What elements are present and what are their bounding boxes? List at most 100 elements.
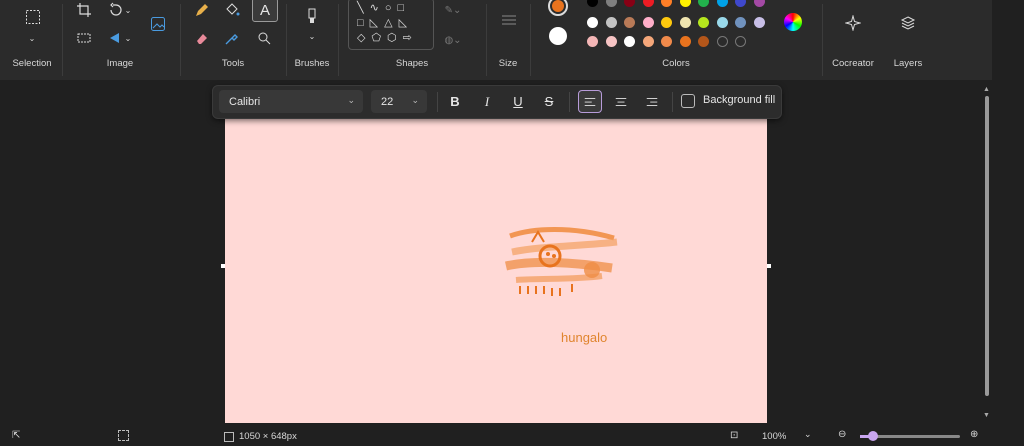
palette-swatch[interactable] xyxy=(753,0,765,7)
divider xyxy=(338,4,339,76)
palette-swatch[interactable] xyxy=(642,36,654,47)
group-label-colors: Colors xyxy=(662,58,690,69)
divider xyxy=(437,92,438,112)
palette-swatch[interactable] xyxy=(735,36,746,47)
pointer-position-icon: ⇱ xyxy=(12,430,21,441)
cocreator-sparkle-icon[interactable] xyxy=(842,12,864,34)
palette-swatch[interactable] xyxy=(735,0,746,7)
zoom-out-icon[interactable]: ⊖ xyxy=(838,429,846,440)
divider xyxy=(180,4,181,76)
palette-swatch[interactable] xyxy=(716,36,728,47)
palette-swatch[interactable] xyxy=(624,0,635,7)
palette-swatch[interactable] xyxy=(735,17,746,28)
scroll-up-icon[interactable]: ▲ xyxy=(983,86,990,93)
align-right-icon xyxy=(646,97,658,106)
align-center-icon xyxy=(615,97,627,106)
shape-fill-icon[interactable]: ◍⌄ xyxy=(440,30,466,50)
text-tool-icon[interactable]: A xyxy=(252,0,278,22)
align-center-button[interactable] xyxy=(609,90,633,113)
palette-swatch[interactable] xyxy=(624,36,635,47)
palette-swatch[interactable] xyxy=(642,17,654,28)
palette-swatch[interactable] xyxy=(698,17,709,28)
chevron-down-icon[interactable]: ⌄ xyxy=(22,28,42,48)
magnifier-icon[interactable] xyxy=(254,28,274,48)
shapes-row-3-icons: ◇⬠⬡⇨ xyxy=(357,32,418,44)
chevron-down-icon: ⌄ xyxy=(347,95,355,105)
resize-handle-right[interactable] xyxy=(767,264,771,268)
palette-swatch[interactable] xyxy=(605,17,617,28)
palette-swatch[interactable] xyxy=(605,0,617,7)
chevron-down-icon[interactable]: ⌄ xyxy=(302,26,322,46)
crop-icon[interactable] xyxy=(74,0,94,20)
primary-color-fill xyxy=(552,0,564,12)
chevron-down-icon[interactable]: ⌄ xyxy=(122,28,134,48)
zoom-dropdown[interactable]: 100% ⌄ xyxy=(752,428,822,444)
font-family-dropdown[interactable]: Calibri ⌄ xyxy=(219,90,363,113)
palette-swatch[interactable] xyxy=(679,17,691,28)
rect-select-icon[interactable] xyxy=(22,6,44,28)
chevron-down-icon: ⌄ xyxy=(804,429,812,439)
image-background-icon[interactable] xyxy=(146,12,170,36)
chevron-down-icon[interactable]: ⌄ xyxy=(122,0,134,20)
align-left-button[interactable] xyxy=(578,90,602,113)
color-picker-icon[interactable] xyxy=(222,28,242,48)
align-left-icon xyxy=(584,97,596,106)
background-fill-label: Background fill xyxy=(703,94,776,106)
bold-button[interactable]: B xyxy=(443,90,467,113)
zoom-value: 100% xyxy=(762,431,787,442)
italic-button[interactable]: I xyxy=(475,90,499,113)
divider xyxy=(486,4,487,76)
group-label-selection: Selection xyxy=(12,58,52,69)
chevron-down-icon: ⌄ xyxy=(411,95,419,105)
scroll-down-icon[interactable]: ▼ xyxy=(983,412,990,419)
layers-icon[interactable] xyxy=(897,12,919,34)
palette-swatch[interactable] xyxy=(679,0,691,7)
zoom-in-icon[interactable]: ⊕ xyxy=(970,429,978,440)
brush-icon[interactable] xyxy=(302,6,322,26)
resize-handle-left[interactable] xyxy=(221,264,225,268)
font-size-dropdown[interactable]: 22 ⌄ xyxy=(371,90,427,113)
strikethrough-button[interactable]: S xyxy=(537,90,561,113)
palette-swatch[interactable] xyxy=(587,36,598,47)
palette-swatch[interactable] xyxy=(679,36,691,47)
fit-to-window-icon[interactable]: ⊡ xyxy=(730,430,738,441)
resize-icon[interactable] xyxy=(74,28,94,48)
shapes-gallery[interactable]: ╲∿○□ □◺△◺ ◇⬠⬡⇨ xyxy=(348,0,434,50)
zoom-slider[interactable] xyxy=(860,431,960,441)
palette-swatch[interactable] xyxy=(624,17,635,28)
align-right-button[interactable] xyxy=(640,90,664,113)
palette-swatch[interactable] xyxy=(605,36,617,47)
palette-swatch[interactable] xyxy=(698,36,709,47)
palette-swatch[interactable] xyxy=(661,0,672,7)
palette-swatch[interactable] xyxy=(661,17,672,28)
palette-swatch[interactable] xyxy=(587,17,598,28)
zoom-slider-thumb[interactable] xyxy=(868,431,878,441)
palette-swatch[interactable] xyxy=(753,17,765,28)
scrollbar-thumb[interactable] xyxy=(985,96,989,396)
palette-swatch[interactable] xyxy=(716,0,728,7)
palette-swatch[interactable] xyxy=(642,0,654,7)
canvas-text-hungalo[interactable]: hungalo xyxy=(561,330,607,345)
background-fill-checkbox[interactable] xyxy=(681,94,695,108)
text-format-toolbar: Calibri ⌄ 22 ⌄ B I U S Background fill xyxy=(212,85,782,119)
canvas-size-icon xyxy=(224,432,234,442)
eraser-icon[interactable] xyxy=(192,28,212,48)
vertical-scrollbar[interactable]: ▲ ▼ xyxy=(983,86,991,422)
pencil-icon[interactable] xyxy=(192,0,212,20)
primary-color-swatch[interactable] xyxy=(548,0,568,16)
custom-color-icon[interactable] xyxy=(784,13,802,31)
underline-button[interactable]: U xyxy=(506,90,530,113)
group-label-shapes: Shapes xyxy=(395,58,429,69)
shapes-row-1-icons: ╲∿○□ xyxy=(357,2,411,14)
secondary-color-swatch[interactable] xyxy=(549,27,567,45)
palette-swatch[interactable] xyxy=(587,0,598,7)
palette-swatch[interactable] xyxy=(716,17,728,28)
orange-doodle-drawing xyxy=(504,227,618,296)
shape-outline-icon[interactable]: ✎⌄ xyxy=(440,0,466,20)
group-label-image: Image xyxy=(106,58,134,69)
palette-swatch[interactable] xyxy=(698,0,709,7)
fill-bucket-icon[interactable] xyxy=(222,0,242,20)
line-size-icon[interactable] xyxy=(498,10,520,30)
palette-swatch[interactable] xyxy=(661,36,672,47)
drawing-canvas[interactable]: hungalo xyxy=(225,118,767,423)
